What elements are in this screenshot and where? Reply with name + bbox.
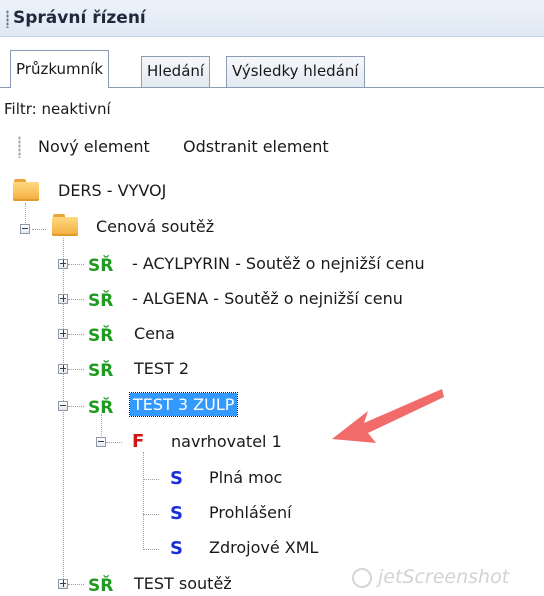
- expand-icon[interactable]: [58, 364, 68, 374]
- tree-node-s[interactable]: Plná moc: [209, 468, 282, 487]
- annotation-arrow-icon: [332, 389, 444, 443]
- sr-icon: SŘ: [88, 291, 114, 311]
- collapse-icon[interactable]: [58, 401, 68, 411]
- toolbar-grip-icon[interactable]: [18, 136, 21, 158]
- sr-icon: SŘ: [88, 398, 114, 418]
- f-icon: F: [132, 431, 145, 452]
- sr-icon: SŘ: [88, 326, 114, 346]
- expand-icon[interactable]: [58, 259, 68, 269]
- watermark-icon: [352, 568, 372, 588]
- panel-title: Správní řízení: [13, 8, 146, 28]
- sr-icon: SŘ: [88, 256, 114, 276]
- new-element-button[interactable]: Nový element: [38, 137, 150, 156]
- tree-node-s[interactable]: Prohlášení: [209, 503, 292, 522]
- filter-status: Filtr: neaktivní: [4, 100, 111, 118]
- s-icon: S: [170, 503, 183, 524]
- remove-element-button[interactable]: Odstranit element: [183, 137, 329, 156]
- tab-vysledky-hledani[interactable]: Výsledky hledání: [226, 56, 365, 87]
- tree-node-sr-selected[interactable]: TEST 3 ZULP: [128, 392, 239, 417]
- tab-strip: Průzkumník Hledání Výsledky hledání: [0, 50, 544, 88]
- s-icon: S: [170, 468, 183, 489]
- collapse-icon[interactable]: [96, 437, 106, 447]
- tree-node-f[interactable]: navrhovatel 1: [171, 432, 282, 451]
- tree-node-s[interactable]: Zdrojové XML: [209, 538, 318, 557]
- tree-node-sr[interactable]: TEST soutěž: [134, 574, 232, 593]
- panel-header: Správní řízení: [0, 0, 544, 37]
- group-folder-icon: [52, 214, 78, 236]
- sr-icon: SŘ: [88, 361, 114, 381]
- tree-node-sr[interactable]: - ACYLPYRIN - Soutěž o nejnižší cenu: [132, 254, 425, 273]
- tab-pruzkumnik[interactable]: Průzkumník: [10, 50, 110, 88]
- tree-node-sr[interactable]: Cena: [134, 324, 175, 343]
- root-folder-icon: [13, 179, 39, 201]
- toolbar: Nový element Odstranit element: [0, 126, 544, 166]
- tree-node-sr[interactable]: TEST 2: [134, 359, 189, 378]
- tab-hledani[interactable]: Hledání: [141, 56, 211, 87]
- panel-grip-icon[interactable]: [6, 10, 9, 28]
- tree-node-sr[interactable]: - ALGENA - Soutěž o nejnižší cenu: [132, 289, 403, 308]
- expand-icon[interactable]: [58, 329, 68, 339]
- expand-icon[interactable]: [58, 579, 68, 589]
- watermark: jetScreenshot: [378, 566, 510, 588]
- s-icon: S: [170, 538, 183, 559]
- collapse-icon[interactable]: [20, 224, 30, 234]
- tree-node-root[interactable]: DERS - VYVOJ: [58, 181, 166, 200]
- tree-node-group[interactable]: Cenová soutěž: [96, 217, 214, 236]
- expand-icon[interactable]: [58, 294, 68, 304]
- sr-icon: SŘ: [88, 576, 114, 596]
